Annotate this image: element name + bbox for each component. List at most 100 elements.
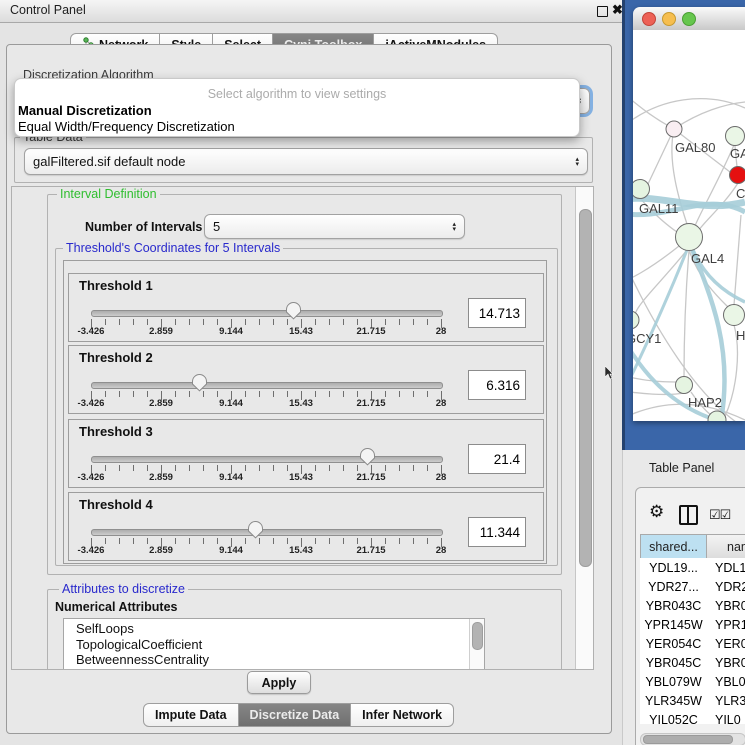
slider-tick	[399, 391, 400, 397]
select-columns-checkbox-icons[interactable]: ☑☑	[709, 507, 730, 523]
edge	[633, 246, 679, 283]
slider-tick	[273, 391, 274, 397]
table-row[interactable]: YBL079WYBL0	[640, 672, 745, 691]
cell-name: YPR1	[707, 618, 745, 632]
slider-tick	[343, 538, 344, 544]
node-label[interactable]: GAL11	[639, 201, 679, 216]
slider-track[interactable]	[91, 529, 443, 536]
slider-tick-label: 2.859	[136, 398, 186, 409]
node-label[interactable]: H	[736, 328, 745, 343]
close-traffic-light-icon[interactable]	[642, 12, 656, 26]
node-label[interactable]: GA	[730, 146, 745, 161]
slider-tick	[357, 538, 358, 544]
table-row[interactable]: YER054CYER0	[640, 634, 745, 653]
control-panel-titlebar: Control Panel ✖	[0, 0, 622, 23]
table-row[interactable]: YBR045CYBR0	[640, 653, 745, 672]
slider-tick	[273, 319, 274, 325]
attribute-item[interactable]: TopologicalCoefficient	[64, 637, 484, 653]
threshold-label: Threshold 4	[79, 497, 153, 512]
settings-gear-icon[interactable]: ⚙	[649, 502, 664, 522]
tab-impute-data[interactable]: Impute Data	[143, 703, 239, 727]
column-header-shared-name[interactable]: shared...	[640, 534, 707, 559]
slider-tick	[105, 319, 106, 325]
slider-tick	[217, 319, 218, 325]
dropdown-option-equal-width[interactable]: Equal Width/Frequency Discretization	[18, 119, 235, 134]
slider-track[interactable]	[91, 310, 443, 317]
slider-tick	[273, 538, 274, 544]
slider-tick	[203, 319, 204, 325]
edge	[734, 215, 741, 305]
cell-shared-name: YPR145W	[640, 618, 707, 632]
slider-track[interactable]	[91, 456, 443, 463]
table-row[interactable]: YIL052CYIL0	[640, 710, 745, 724]
threshold-value-field[interactable]	[468, 517, 526, 547]
slider-thumb[interactable]	[285, 301, 302, 320]
attribute-item[interactable]: SelfLoops	[64, 619, 484, 637]
slider-tick-label: -3.426	[66, 326, 116, 337]
minimize-traffic-light-icon[interactable]	[662, 12, 676, 26]
settings-scrollbar-thumb[interactable]	[579, 209, 592, 567]
zoom-traffic-light-icon[interactable]	[682, 12, 696, 26]
slider-tick	[133, 391, 134, 397]
slider-tick	[357, 391, 358, 397]
table-row[interactable]: YDR27...YDR2	[640, 577, 745, 596]
table-data-combo[interactable]: galFiltered.sif default node ▴▾	[24, 148, 588, 175]
threshold-value-field[interactable]	[468, 444, 526, 474]
list-scrollbar[interactable]	[469, 619, 484, 670]
slider-tick-label: 9.144	[206, 545, 256, 556]
slider-thumb[interactable]	[359, 447, 376, 466]
node-label[interactable]: GAL80	[675, 140, 715, 155]
list-scrollbar-thumb[interactable]	[472, 622, 483, 650]
edge	[674, 102, 745, 129]
dropdown-option-manual[interactable]: Manual Discretization	[18, 103, 152, 118]
threshold-value-field[interactable]	[468, 370, 526, 400]
tab-discretize-data[interactable]: Discretize Data	[239, 703, 352, 727]
slider-tick	[399, 465, 400, 471]
slider-tick	[245, 319, 246, 325]
attribute-item[interactable]: BetweennessCentrality	[64, 652, 484, 668]
network-canvas[interactable]: GAL80 GA C GAL11 GAL4 GCY1 H HAP2	[633, 30, 745, 421]
numerical-attributes-list[interactable]: SelfLoopsTopologicalCoefficientBetweenne…	[63, 618, 485, 670]
slider-tick	[329, 538, 330, 544]
apply-button[interactable]: Apply	[247, 671, 311, 694]
node-hap2[interactable]	[676, 377, 693, 394]
slider-thumb[interactable]	[191, 373, 208, 392]
slider-tick-label: 28	[416, 326, 466, 337]
tab-infer-network[interactable]: Infer Network	[351, 703, 454, 727]
slider-tick	[413, 465, 414, 471]
slider-tick-label: 28	[416, 398, 466, 409]
float-window-icon[interactable]	[597, 6, 608, 17]
slider-tick	[245, 538, 246, 544]
table-row[interactable]: YBR043CYBR0	[640, 596, 745, 615]
slider-tick-label: 28	[416, 472, 466, 483]
node-gal4[interactable]	[676, 224, 703, 251]
table-row[interactable]: YPR145WYPR1	[640, 615, 745, 634]
column-header-name[interactable]: name	[706, 534, 745, 559]
slider-tick-label: -3.426	[66, 398, 116, 409]
slider-thumb[interactable]	[247, 520, 264, 539]
slider-tick	[119, 538, 120, 544]
table-row[interactable]: YDL19...YDL1	[640, 558, 745, 577]
node-partial-right[interactable]	[724, 305, 745, 326]
settings-scrollbar[interactable]	[575, 187, 594, 669]
node-partial-top-right[interactable]	[726, 127, 745, 146]
slider-tick	[175, 538, 176, 544]
node-label[interactable]: GCY1	[633, 331, 661, 346]
table-horizontal-scrollbar[interactable]	[640, 733, 745, 745]
slider-tick	[427, 465, 428, 471]
thresholds-group-label: Threshold's Coordinates for 5 Intervals	[63, 241, 283, 255]
node-gcy1[interactable]	[633, 311, 639, 329]
number-of-intervals-combo[interactable]: 5 ▴▾	[204, 214, 465, 239]
slider-track[interactable]	[91, 382, 443, 389]
table-row[interactable]: YLR345WYLR3	[640, 691, 745, 710]
threshold-value-field[interactable]	[468, 298, 526, 328]
node-gal80[interactable]	[666, 121, 682, 137]
table-scrollbar-thumb[interactable]	[643, 735, 733, 744]
slider-tick	[329, 319, 330, 325]
split-columns-icon[interactable]	[679, 505, 698, 525]
node-label[interactable]: GAL4	[691, 251, 724, 266]
node-red-selected[interactable]	[730, 167, 745, 184]
node-gal11[interactable]	[633, 180, 650, 199]
node-label[interactable]: C	[736, 186, 745, 201]
node-label[interactable]: HAP2	[688, 395, 722, 410]
